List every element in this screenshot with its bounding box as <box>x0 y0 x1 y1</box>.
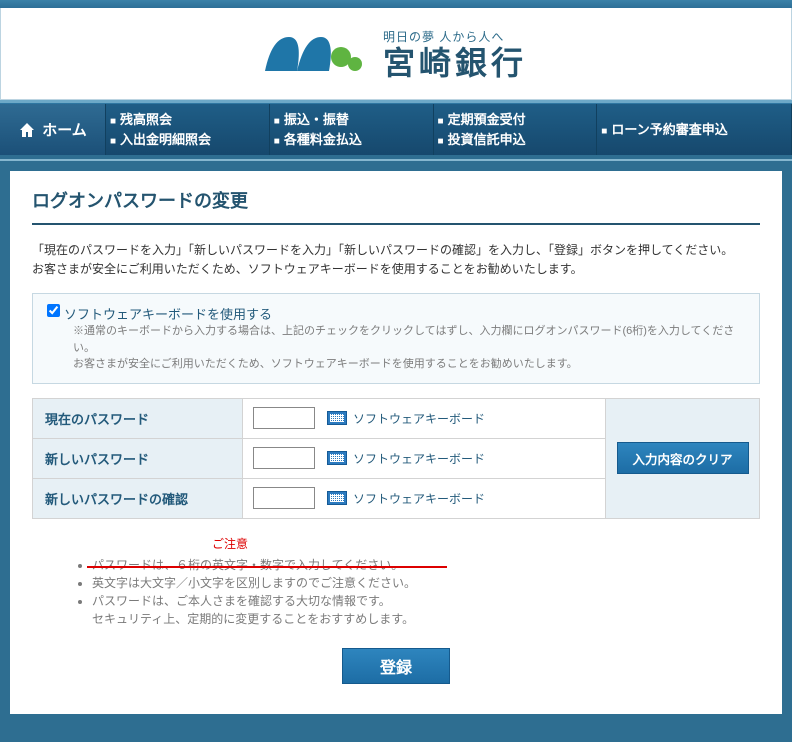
content-panel: ログオンパスワードの変更 「現在のパスワードを入力」「新しいパスワードを入力」「… <box>10 171 782 714</box>
nav-home-label: ホーム <box>42 119 87 140</box>
logo-area: 明日の夢 人から人へ 宮崎銀行 <box>0 8 792 100</box>
main-nav: ホーム 残高照会 入出金明細照会 振込・振替 各種料金払込 定期預金受付 投資信… <box>0 103 792 155</box>
swkb-button-current[interactable]: ソフトウェアキーボード <box>325 408 487 429</box>
notice-item-3: パスワードは、ご本人さまを確認する大切な情報です。 <box>92 592 760 610</box>
content-frame: ログオンパスワードの変更 「現在のパスワードを入力」「新しいパスワードを入力」「… <box>0 159 792 724</box>
nav-container: ホーム 残高照会 入出金明細照会 振込・振替 各種料金払込 定期預金受付 投資信… <box>0 100 792 159</box>
confirm-password-row: 新しいパスワードの確認 ソフトウェアキーボード <box>33 479 605 519</box>
current-password-input[interactable] <box>253 407 315 429</box>
register-wrap: 登録 <box>32 648 760 694</box>
notice-section: ご注意 パスワードは、６桁の英文字・数字で入力してください。 英文字は大文字／小… <box>32 535 760 628</box>
notice-item-4: セキュリティ上、定期的に変更することをおすすめします。 <box>92 610 760 628</box>
notice-heading: ご注意 <box>212 535 760 552</box>
home-icon <box>18 121 36 139</box>
swkb-button-new[interactable]: ソフトウェアキーボード <box>325 448 487 469</box>
keyboard-icon <box>327 451 347 465</box>
logo-bank-name: 宮崎銀行 <box>383 47 527 79</box>
page-title: ログオンパスワードの変更 <box>32 187 760 225</box>
nav-col-2: 振込・振替 各種料金払込 <box>270 104 434 155</box>
notice-item-2: 英文字は大文字／小文字を区別しますのでご注意ください。 <box>92 574 760 592</box>
nav-payment[interactable]: 各種料金払込 <box>274 130 429 150</box>
register-button[interactable]: 登録 <box>342 648 450 684</box>
notice-list: パスワードは、６桁の英文字・数字で入力してください。 英文字は大文字／小文字を区… <box>92 556 760 628</box>
nav-col-1: 残高照会 入出金明細照会 <box>106 104 270 155</box>
nav-col-3: 定期預金受付 投資信託申込 <box>434 104 598 155</box>
current-password-row: 現在のパスワード ソフトウェアキーボード <box>33 399 605 439</box>
software-keyboard-label: ソフトウェアキーボードを使用する <box>64 304 272 323</box>
logo-tagline: 明日の夢 人から人へ <box>383 28 527 45</box>
nav-transfer[interactable]: 振込・振替 <box>274 110 429 130</box>
current-password-label: 現在のパスワード <box>33 399 243 438</box>
nav-deposit[interactable]: 定期預金受付 <box>438 110 593 130</box>
instruction-line-2: お客さまが安全にご利用いただくため、ソフトウェアキーボードを使用することをお勧め… <box>32 260 760 279</box>
clear-button[interactable]: 入力内容のクリア <box>617 442 749 474</box>
top-bar <box>0 0 792 8</box>
page: 明日の夢 人から人へ 宮崎銀行 ホーム 残高照会 入出金明細照会 振込・振替 各… <box>0 0 792 742</box>
nav-col-4: ローン予約審査申込 <box>597 104 792 155</box>
nav-investment[interactable]: 投資信託申込 <box>438 130 593 150</box>
bank-logo-icon <box>265 31 365 76</box>
new-password-row: 新しいパスワード ソフトウェアキーボード <box>33 439 605 479</box>
red-underline-annotation <box>87 566 447 568</box>
bottom-spacer <box>0 724 792 742</box>
instructions: 「現在のパスワードを入力」「新しいパスワードを入力」「新しいパスワードの確認」を… <box>32 241 760 279</box>
software-keyboard-box: ソフトウェアキーボードを使用する 通常のキーボードから入力する場合は、上記のチェ… <box>32 293 760 384</box>
nav-transactions[interactable]: 入出金明細照会 <box>110 130 265 150</box>
nav-balance[interactable]: 残高照会 <box>110 110 265 130</box>
swkb-label: ソフトウェアキーボード <box>353 490 485 507</box>
password-form: 現在のパスワード ソフトウェアキーボード 新しいパスワード <box>32 398 760 519</box>
clear-button-cell: 入力内容のクリア <box>605 399 759 519</box>
kb-note-1: 通常のキーボードから入力する場合は、上記のチェックをクリックしてはずし、入力欄に… <box>73 323 745 356</box>
kb-note-2: お客さまが安全にご利用いただくため、ソフトウェアキーボードを使用することをお勧め… <box>73 356 745 373</box>
instruction-line-1: 「現在のパスワードを入力」「新しいパスワードを入力」「新しいパスワードの確認」を… <box>32 241 760 260</box>
nav-loan[interactable]: ローン予約審査申込 <box>601 120 787 140</box>
software-keyboard-checkbox[interactable] <box>47 304 60 317</box>
notice-item-1: パスワードは、６桁の英文字・数字で入力してください。 <box>92 556 760 574</box>
new-password-label: 新しいパスワード <box>33 439 243 478</box>
swkb-label: ソフトウェアキーボード <box>353 410 485 427</box>
swkb-button-confirm[interactable]: ソフトウェアキーボード <box>325 488 487 509</box>
confirm-password-input[interactable] <box>253 487 315 509</box>
new-password-input[interactable] <box>253 447 315 469</box>
nav-home-button[interactable]: ホーム <box>0 104 106 155</box>
confirm-password-label: 新しいパスワードの確認 <box>33 479 243 518</box>
swkb-label: ソフトウェアキーボード <box>353 450 485 467</box>
keyboard-icon <box>327 491 347 505</box>
keyboard-icon <box>327 411 347 425</box>
